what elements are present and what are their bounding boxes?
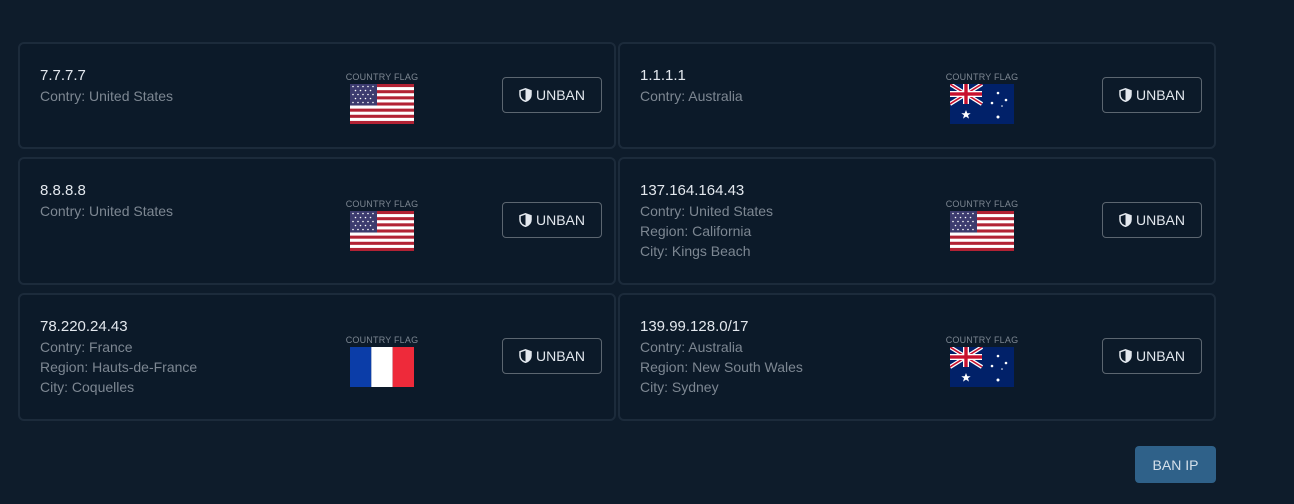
region-text: Region: California (640, 223, 752, 239)
ip-address: 137.164.164.43 (640, 182, 745, 199)
us-flag-icon (950, 211, 1014, 251)
country-flag-label: COUNTRY FLAG (345, 199, 419, 209)
ban-info: 1.1.1.1 Contry: Australia (640, 66, 743, 106)
unban-label: UNBAN (1135, 87, 1185, 103)
country-flag-box: COUNTRY FLAG (344, 199, 420, 251)
shield-icon (519, 213, 532, 227)
ban-info: 139.99.128.0/17 Contry: Australia Region… (640, 317, 803, 397)
shield-icon (519, 88, 532, 102)
city-text: City: Sydney (640, 379, 719, 395)
country-text: Contry: United States (40, 88, 174, 104)
unban-label: UNBAN (1135, 348, 1185, 364)
country-flag-label: COUNTRY FLAG (345, 72, 419, 82)
ban-info: 78.220.24.43 Contry: France Region: Haut… (40, 317, 197, 397)
us-flag-icon (350, 211, 414, 251)
region-text: Region: Hauts-de-France (40, 359, 198, 375)
unban-label: UNBAN (535, 348, 585, 364)
city-text: City: Kings Beach (640, 243, 751, 259)
unban-button[interactable]: UNBAN (1102, 338, 1202, 374)
ban-card: 8.8.8.8 Contry: United States COUNTRY FL… (18, 157, 616, 285)
banned-ip-grid: 7.7.7.7 Contry: United States COUNTRY FL… (18, 42, 1216, 421)
ban-card: 139.99.128.0/17 Contry: Australia Region… (618, 293, 1216, 421)
us-flag-icon (350, 84, 414, 124)
shield-icon (1119, 349, 1132, 363)
unban-button[interactable]: UNBAN (1102, 77, 1202, 113)
unban-button[interactable]: UNBAN (502, 202, 602, 238)
country-flag-box: COUNTRY FLAG (344, 72, 420, 124)
country-text: Contry: Australia (640, 339, 743, 355)
shield-icon (519, 349, 532, 363)
ban-info: 8.8.8.8 Contry: United States (40, 181, 173, 221)
unban-button[interactable]: UNBAN (502, 338, 602, 374)
ban-card: 7.7.7.7 Contry: United States COUNTRY FL… (18, 42, 616, 149)
unban-button[interactable]: UNBAN (1102, 202, 1202, 238)
country-text: Contry: United States (640, 203, 774, 219)
country-flag-label: COUNTRY FLAG (945, 335, 1019, 345)
shield-icon (1119, 213, 1132, 227)
country-flag-label: COUNTRY FLAG (945, 199, 1019, 209)
ip-address: 7.7.7.7 (40, 67, 86, 84)
unban-label: UNBAN (535, 212, 585, 228)
ban-info: 7.7.7.7 Contry: United States (40, 66, 173, 106)
country-flag-box: COUNTRY FLAG (944, 335, 1020, 387)
fr-flag-icon (350, 347, 414, 387)
region-text: Region: New South Wales (640, 359, 803, 375)
city-text: City: Coquelles (40, 379, 135, 395)
ban-ip-button[interactable]: BAN IP (1135, 446, 1216, 483)
country-text: Contry: United States (40, 203, 174, 219)
unban-label: UNBAN (1135, 212, 1185, 228)
ban-card: 1.1.1.1 Contry: Australia COUNTRY FLAG U… (618, 42, 1216, 149)
country-flag-label: COUNTRY FLAG (945, 72, 1019, 82)
country-flag-box: COUNTRY FLAG (944, 199, 1020, 251)
au-flag-icon (950, 347, 1014, 387)
au-flag-icon (950, 84, 1014, 124)
ip-address: 78.220.24.43 (40, 318, 128, 335)
country-flag-box: COUNTRY FLAG (944, 72, 1020, 124)
country-text: Contry: Australia (640, 88, 743, 104)
country-flag-label: COUNTRY FLAG (345, 335, 419, 345)
ip-address: 8.8.8.8 (40, 182, 86, 199)
ban-card: 137.164.164.43 Contry: United States Reg… (618, 157, 1216, 285)
country-flag-box: COUNTRY FLAG (344, 335, 420, 387)
country-text: Contry: France (40, 339, 133, 355)
ban-card: 78.220.24.43 Contry: France Region: Haut… (18, 293, 616, 421)
ip-address: 139.99.128.0/17 (640, 318, 749, 335)
ip-address: 1.1.1.1 (640, 67, 686, 84)
unban-button[interactable]: UNBAN (502, 77, 602, 113)
ban-info: 137.164.164.43 Contry: United States Reg… (640, 181, 773, 261)
unban-label: UNBAN (535, 87, 585, 103)
shield-icon (1119, 88, 1132, 102)
